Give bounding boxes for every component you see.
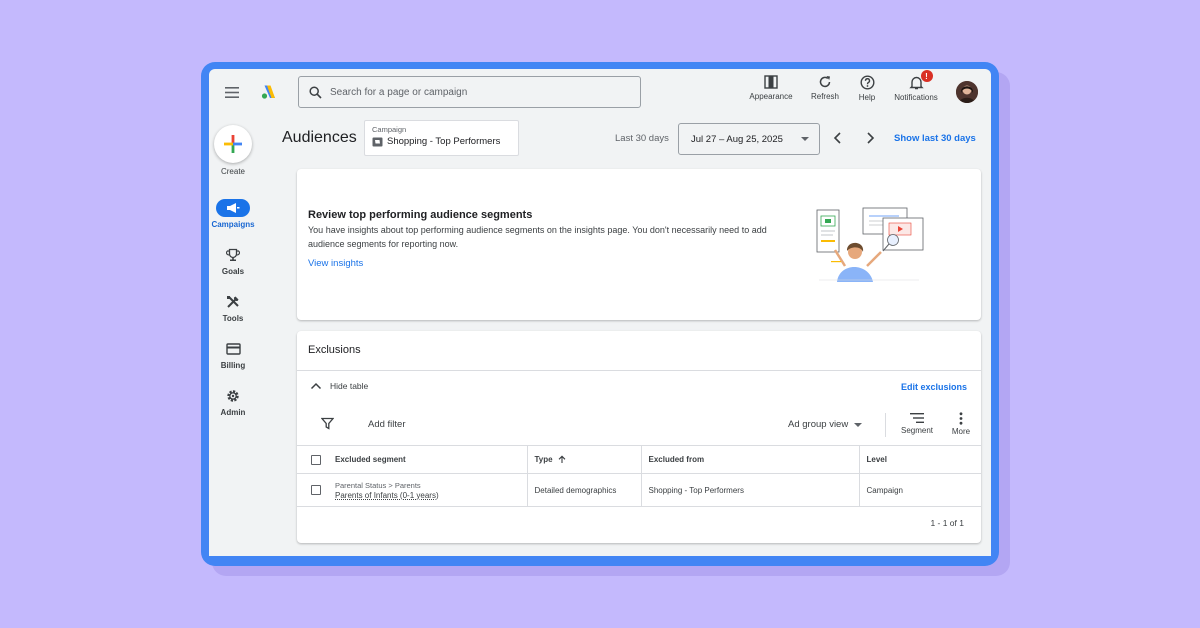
search-icon: [309, 85, 322, 99]
add-filter-button[interactable]: Add filter: [368, 419, 406, 430]
sidebar-item-label: Billing: [220, 361, 246, 370]
pagination-text: 1 - 1 of 1: [930, 518, 964, 528]
appearance-label: Appearance: [749, 92, 793, 101]
row-checkbox[interactable]: [311, 485, 321, 495]
help-label: Help: [858, 93, 876, 102]
google-ads-logo-icon[interactable]: [259, 81, 281, 103]
cell-excluded-from: Shopping - Top Performers: [640, 473, 859, 507]
chevron-left-icon[interactable]: [831, 131, 845, 145]
cell-type: Detailed demographics: [526, 473, 641, 507]
segment-name[interactable]: Parents of Infants (0-1 years): [335, 491, 439, 500]
refresh-button[interactable]: Refresh: [807, 75, 843, 109]
chevron-down-icon: [801, 137, 809, 141]
date-range-value: Jul 27 – Aug 25, 2025: [691, 133, 783, 145]
edit-exclusions-link[interactable]: Edit exclusions: [901, 382, 967, 392]
more-label: More: [951, 427, 971, 436]
gear-icon: [227, 390, 239, 402]
hide-table-toggle[interactable]: Hide table: [310, 381, 368, 391]
chevron-down-icon: [854, 422, 863, 427]
campaign-selector[interactable]: Campaign Shopping - Top Performers: [364, 120, 519, 156]
insights-illustration: [816, 207, 924, 282]
sidebar-item-label: Goals: [221, 267, 245, 276]
help-icon: [859, 75, 875, 90]
exclusions-title: Exclusions: [308, 344, 361, 356]
view-insights-link[interactable]: View insights: [308, 258, 363, 269]
search-input[interactable]: [328, 85, 622, 99]
ad-group-view-label: Ad group view: [788, 419, 849, 430]
more-button[interactable]: More: [946, 412, 976, 436]
filter-icon[interactable]: [321, 417, 334, 430]
notifications-button[interactable]: ! Notifications: [889, 70, 943, 109]
segment-icon: [910, 413, 924, 423]
megaphone-icon: [227, 203, 240, 213]
ad-group-view-dropdown[interactable]: Ad group view: [788, 419, 863, 430]
create-label: Create: [220, 167, 245, 176]
insight-title: Review top performing audience segments: [308, 209, 533, 221]
menu-icon[interactable]: [221, 81, 243, 103]
chevron-right-icon[interactable]: [863, 131, 877, 145]
date-range-picker[interactable]: Jul 27 – Aug 25, 2025: [678, 123, 820, 155]
notification-badge: !: [920, 70, 933, 82]
table-row: Parental Status > Parents Parents of Inf…: [297, 473, 981, 507]
column-label: Excluded segment: [335, 454, 406, 464]
page-title: Audiences: [282, 129, 357, 146]
column-label: Level: [866, 455, 887, 464]
exclusions-table: Excluded segment Type Excluded from Leve…: [297, 445, 981, 507]
show-last-30-days-link[interactable]: Show last 30 days: [894, 133, 976, 144]
sidebar-item-label: Admin: [220, 408, 246, 417]
chevron-up-icon: [310, 382, 322, 390]
search-bar[interactable]: [298, 76, 641, 108]
cell-excluded-segment: Parental Status > Parents Parents of Inf…: [297, 473, 527, 507]
campaign-selector-caption: Campaign: [372, 125, 407, 134]
column-label: Type: [534, 454, 553, 464]
exclusions-card: Exclusions Hide table Edit exclusions Ad…: [297, 331, 981, 543]
refresh-icon: [819, 76, 831, 88]
segment-button[interactable]: Segment: [897, 412, 937, 435]
table-header-row: Excluded segment Type Excluded from Leve…: [297, 445, 981, 474]
column-header-type[interactable]: Type: [526, 445, 641, 474]
sidebar-item-goals[interactable]: Goals: [209, 246, 257, 276]
column-header-level[interactable]: Level: [858, 445, 981, 474]
tools-icon: [227, 296, 239, 308]
segment-path: Parental Status > Parents: [335, 480, 421, 490]
column-header-excluded-from[interactable]: Excluded from: [640, 445, 859, 474]
credit-card-icon: [225, 343, 241, 355]
sidebar-item-tools[interactable]: Tools: [209, 293, 257, 323]
insight-body: You have insights about top performing a…: [308, 225, 767, 249]
insight-card: Review top performing audience segments …: [297, 169, 981, 320]
sidebar-item-campaigns[interactable]: Campaigns: [209, 199, 257, 229]
column-label: Excluded from: [648, 455, 705, 464]
help-button[interactable]: Help: [852, 75, 882, 109]
hide-table-label: Hide table: [330, 381, 369, 391]
more-vert-icon: [959, 412, 963, 425]
sidebar-item-admin[interactable]: Admin: [209, 387, 257, 417]
plus-icon: [224, 135, 242, 153]
sidebar-item-label: Tools: [222, 314, 244, 323]
trophy-icon: [226, 248, 240, 261]
cell-level: Campaign: [858, 473, 981, 507]
refresh-label: Refresh: [810, 92, 839, 101]
sidebar-item-billing[interactable]: Billing: [209, 340, 257, 370]
appearance-icon: [764, 75, 778, 89]
create-button[interactable]: [214, 125, 252, 163]
select-all-checkbox[interactable]: [311, 454, 321, 465]
segment-label: Segment: [900, 426, 934, 435]
sidebar-item-label: Campaigns: [211, 220, 255, 229]
notifications-label: Notifications: [894, 93, 938, 102]
date-range-label: Last 30 days: [615, 133, 669, 144]
shopping-campaign-icon: [372, 137, 383, 146]
avatar[interactable]: [956, 81, 978, 103]
arrow-up-icon: [558, 455, 566, 464]
app-screen: Appearance Refresh Help ! Notifications …: [209, 69, 991, 556]
toolbar-divider: [885, 413, 886, 437]
appearance-button[interactable]: Appearance: [746, 75, 796, 109]
column-header-excluded-segment[interactable]: Excluded segment: [297, 445, 527, 474]
divider: [297, 370, 981, 371]
campaign-name: Shopping - Top Performers: [387, 136, 501, 147]
